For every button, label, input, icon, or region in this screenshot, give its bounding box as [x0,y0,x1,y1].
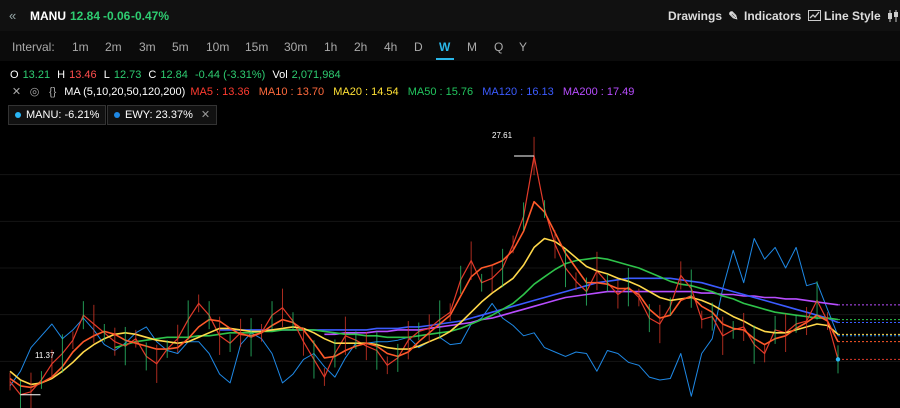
collapse-icon[interactable]: « [9,8,16,23]
price-change-percent: -0.47% [131,9,170,23]
close-label: C [148,69,157,81]
interval-y[interactable]: Y [519,40,527,54]
line-style-label: Line Style [824,9,881,23]
interval-label: Interval: [12,40,55,54]
series-line-ewy [9,238,839,397]
last-price-dot [835,357,841,362]
active-interval-indicator [436,58,454,60]
low-marker-label: 11.37 [35,351,55,360]
indicators-label: Indicators [744,9,802,23]
interval-q[interactable]: Q [494,40,503,54]
interval-3m[interactable]: 3m [139,40,156,54]
interval-bar: Interval: 1m 2m 3m 5m 10m 15m 30m 1h 2h … [0,31,900,61]
ma50-value: MA50 : 15.76 [407,86,474,98]
interval-5m[interactable]: 5m [172,40,189,54]
bar-change: -0.44 (-3.31%) [194,69,266,81]
ohlc-readout: O 13.21 H 13.46 L 12.73 C 12.84 -0.44 (-3.31… [10,69,345,81]
interval-15m[interactable]: 15m [245,40,268,54]
price-chart[interactable] [0,128,900,408]
interval-10m[interactable]: 10m [206,40,229,54]
ma-title: MA (5,10,20,50,120,200) [64,86,186,98]
manu-dot-icon [15,112,21,119]
ma5-value: MA5 : 13.36 [190,86,250,98]
series-line-manu [9,155,839,396]
low-value: 12.73 [113,69,142,81]
interval-w[interactable]: W [439,40,450,54]
indicator-chart-icon [807,10,821,21]
volume-label: Vol [272,69,288,81]
line-style-button[interactable]: Line Style [824,9,899,23]
ma120-value: MA120 : 16.13 [482,86,554,98]
settings-braces-icon[interactable]: {} [46,86,59,99]
ewy-dot-icon [114,112,120,119]
high-label: H [57,69,66,81]
header-bar: « MANU 12.84 -0.06 -0.47% Drawings ✎ Ind… [0,0,900,31]
high-value: 13.46 [69,69,97,81]
ma20-value: MA20 : 14.54 [333,86,399,98]
volume-value: 2,071,984 [291,69,341,81]
open-label: O [10,69,19,81]
remove-compare-icon[interactable]: ✕ [201,109,210,121]
candlestick-icon [888,10,899,22]
interval-2h[interactable]: 2h [354,40,367,54]
ma10-value: MA10 : 13.70 [258,86,325,98]
series-line-ma5 [9,200,839,389]
close-icon[interactable]: ✕ [10,86,23,99]
compare-chip-ewy[interactable]: EWY: 23.37% ✕ [107,105,218,125]
interval-m[interactable]: M [467,40,477,54]
compare-chip-manu[interactable]: MANU: -6.21% [8,105,107,125]
last-price: 12.84 [70,9,101,23]
drawings-button[interactable]: Drawings ✎ [668,9,738,23]
low-label: L [103,69,110,81]
ma-indicator-row: ✕ ◎ {} MA (5,10,20,50,120,200) MA5 : 13.… [10,86,635,99]
indicators-button[interactable]: Indicators [744,9,821,23]
interval-4h[interactable]: 4h [384,40,397,54]
series-line-ma20 [9,237,839,386]
visibility-icon[interactable]: ◎ [28,86,41,99]
ma200-value: MA200 : 17.49 [562,86,635,98]
compare-ewy-label: EWY: 23.37% [125,109,193,121]
interval-1h[interactable]: 1h [324,40,337,54]
close-value: 12.84 [160,69,188,81]
open-value: 13.21 [22,69,51,81]
drawings-label: Drawings [668,9,723,23]
interval-2m[interactable]: 2m [105,40,122,54]
symbol-ticker[interactable]: MANU [30,9,66,23]
compare-manu-label: MANU: -6.21% [26,109,100,121]
pencil-icon: ✎ [728,9,739,23]
interval-d[interactable]: D [414,40,423,54]
interval-1m[interactable]: 1m [72,40,89,54]
interval-30m[interactable]: 30m [284,40,307,54]
price-change: -0.06 [103,9,131,23]
high-marker-label: 27.61 [492,131,513,140]
